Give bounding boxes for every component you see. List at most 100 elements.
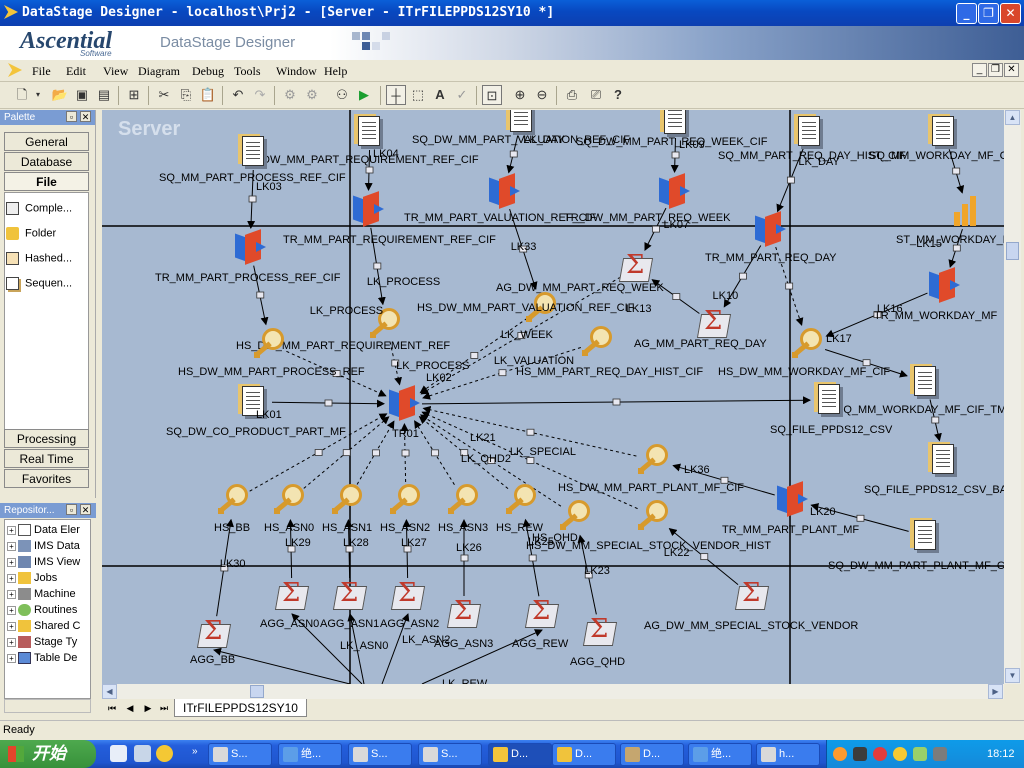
hashed-stage-icon[interactable] (636, 442, 672, 478)
link-marker[interactable] (672, 293, 681, 300)
transformer-stage-icon[interactable] (350, 191, 386, 228)
expand-icon[interactable]: + (7, 637, 16, 647)
hashed-stage-icon[interactable] (216, 482, 252, 518)
hashed-stage-icon[interactable] (504, 482, 540, 518)
link-marker[interactable] (739, 272, 747, 280)
expand-icon[interactable]: + (7, 605, 16, 615)
print-icon[interactable]: ⎙ (562, 85, 582, 105)
link-marker[interactable] (256, 291, 265, 299)
link-marker[interactable] (612, 398, 621, 406)
hashed-stage-icon[interactable] (252, 326, 288, 362)
palette-tab-favorites[interactable]: Favorites (4, 469, 89, 488)
taskbar-button[interactable]: 绝... (278, 743, 342, 766)
tab-first-button[interactable]: ⏮ (104, 701, 120, 716)
hashed-stage-icon[interactable] (790, 326, 826, 362)
scroll-down-arrow[interactable]: ▼ (1005, 668, 1020, 683)
redo-icon[interactable]: ↷ (250, 85, 270, 105)
palette-float-button[interactable]: ▫ (66, 111, 77, 122)
seqfile-stage-icon[interactable] (658, 110, 694, 138)
zoom-fit-icon[interactable]: ⊡ (482, 85, 502, 105)
tree-item-shared-containers[interactable]: + Shared C (7, 620, 80, 633)
hashed-stage-icon[interactable] (446, 482, 482, 518)
transformer-stage-icon[interactable] (752, 211, 788, 248)
hashed-stage-icon[interactable] (330, 482, 366, 518)
seqfile-stage-icon[interactable] (926, 442, 962, 478)
quicklaunch-more-icon[interactable]: » (192, 746, 198, 757)
taskbar-button[interactable]: D... (620, 743, 684, 766)
tab-next-button[interactable]: ▶ (140, 701, 156, 716)
link-marker[interactable] (248, 195, 257, 203)
seqfile-stage-icon[interactable] (908, 518, 944, 554)
zoom-out-icon[interactable]: ⊖ (532, 85, 552, 105)
print-preview-icon[interactable]: ⎚ (586, 85, 606, 105)
seqfile-stage-icon[interactable] (236, 134, 272, 170)
palette-tab-processing[interactable]: Processing (4, 429, 89, 448)
tree-item-data-elements[interactable]: + Data Eler (7, 524, 80, 537)
tree-item-ims-databases[interactable]: + IMS Data (7, 540, 80, 553)
transformer-stage-icon[interactable] (386, 385, 422, 422)
mdi-restore-button[interactable]: ❐ (988, 63, 1003, 77)
expand-icon[interactable]: + (7, 557, 16, 567)
compile-icon[interactable]: ⚙ (280, 85, 300, 105)
hashed-stage-icon[interactable] (558, 498, 594, 534)
link-marker[interactable] (528, 554, 537, 562)
menu-window[interactable]: Window (276, 64, 317, 79)
media-player-icon[interactable] (134, 745, 151, 762)
link-marker[interactable] (372, 449, 380, 457)
link-marker[interactable] (931, 416, 940, 424)
repository-close-button[interactable]: ✕ (80, 504, 91, 515)
messenger-icon[interactable] (156, 745, 173, 762)
tray-icon[interactable] (933, 747, 947, 761)
link-marker[interactable] (786, 176, 795, 184)
link-marker[interactable] (342, 449, 351, 457)
agg-stage-icon[interactable]: Σ (390, 578, 426, 614)
transformer-stage-icon[interactable] (656, 173, 692, 210)
new-icon[interactable]: 🗋 (12, 85, 32, 105)
tree-item-machine-profiles[interactable]: + Machine (7, 588, 76, 601)
horizontal-scroll-thumb[interactable] (250, 685, 264, 698)
link-marker[interactable] (470, 352, 479, 359)
clock[interactable]: 18:12 (987, 740, 1015, 768)
paste-icon[interactable]: 📋 (198, 85, 218, 105)
tab-last-button[interactable]: ⏭ (156, 701, 172, 716)
link-marker[interactable] (373, 262, 382, 270)
tree-item-ims-viewsets[interactable]: + IMS View (7, 556, 80, 569)
link-marker[interactable] (314, 449, 323, 456)
hashed-stage-icon[interactable] (636, 498, 672, 534)
tray-icon[interactable] (873, 747, 887, 761)
taskbar-button[interactable]: S... (348, 743, 412, 766)
save-all-icon[interactable]: ▤ (94, 85, 114, 105)
link-marker[interactable] (785, 282, 794, 290)
zoom-in-icon[interactable]: ⊕ (510, 85, 530, 105)
hashed-stage-icon[interactable] (580, 324, 616, 360)
palette-tab-general[interactable]: General (4, 132, 89, 151)
close-button[interactable]: ✕ (1000, 3, 1021, 24)
expand-icon[interactable]: + (7, 621, 16, 631)
expand-icon[interactable]: + (7, 541, 16, 551)
canvas-vertical-scrollbar[interactable]: ▲ ▼ (1004, 110, 1021, 684)
transformer-stage-icon[interactable] (774, 481, 810, 518)
mdi-close-button[interactable]: ✕ (1004, 63, 1019, 77)
hashed-stage-icon[interactable] (272, 482, 308, 518)
link-marker[interactable] (365, 166, 374, 174)
link-marker[interactable] (671, 151, 680, 159)
taskbar-button[interactable]: 绝... (688, 743, 752, 766)
menu-debug[interactable]: Debug (192, 64, 224, 79)
agg-stage-icon[interactable]: Σ (734, 578, 770, 614)
mdi-minimize-button[interactable]: _ (972, 63, 987, 77)
check-icon[interactable]: ✓ (452, 85, 472, 105)
minimize-button[interactable]: _ (956, 3, 977, 24)
bars-stage-icon[interactable] (950, 194, 986, 230)
taskbar-button[interactable]: S... (208, 743, 272, 766)
agg-stage-icon[interactable]: Σ (446, 596, 482, 632)
help-icon[interactable]: ? (608, 85, 628, 105)
taskbar-button[interactable]: D... (488, 743, 552, 766)
ie-icon[interactable] (110, 745, 127, 762)
vertical-scroll-thumb[interactable] (1006, 242, 1019, 260)
taskbar-button[interactable]: S... (418, 743, 482, 766)
palette-tab-database[interactable]: Database (4, 152, 89, 171)
scroll-left-arrow[interactable]: ◀ (102, 684, 117, 699)
transformer-stage-icon[interactable] (926, 267, 962, 304)
scroll-right-arrow[interactable]: ▶ (988, 684, 1003, 699)
link-marker[interactable] (952, 167, 961, 175)
